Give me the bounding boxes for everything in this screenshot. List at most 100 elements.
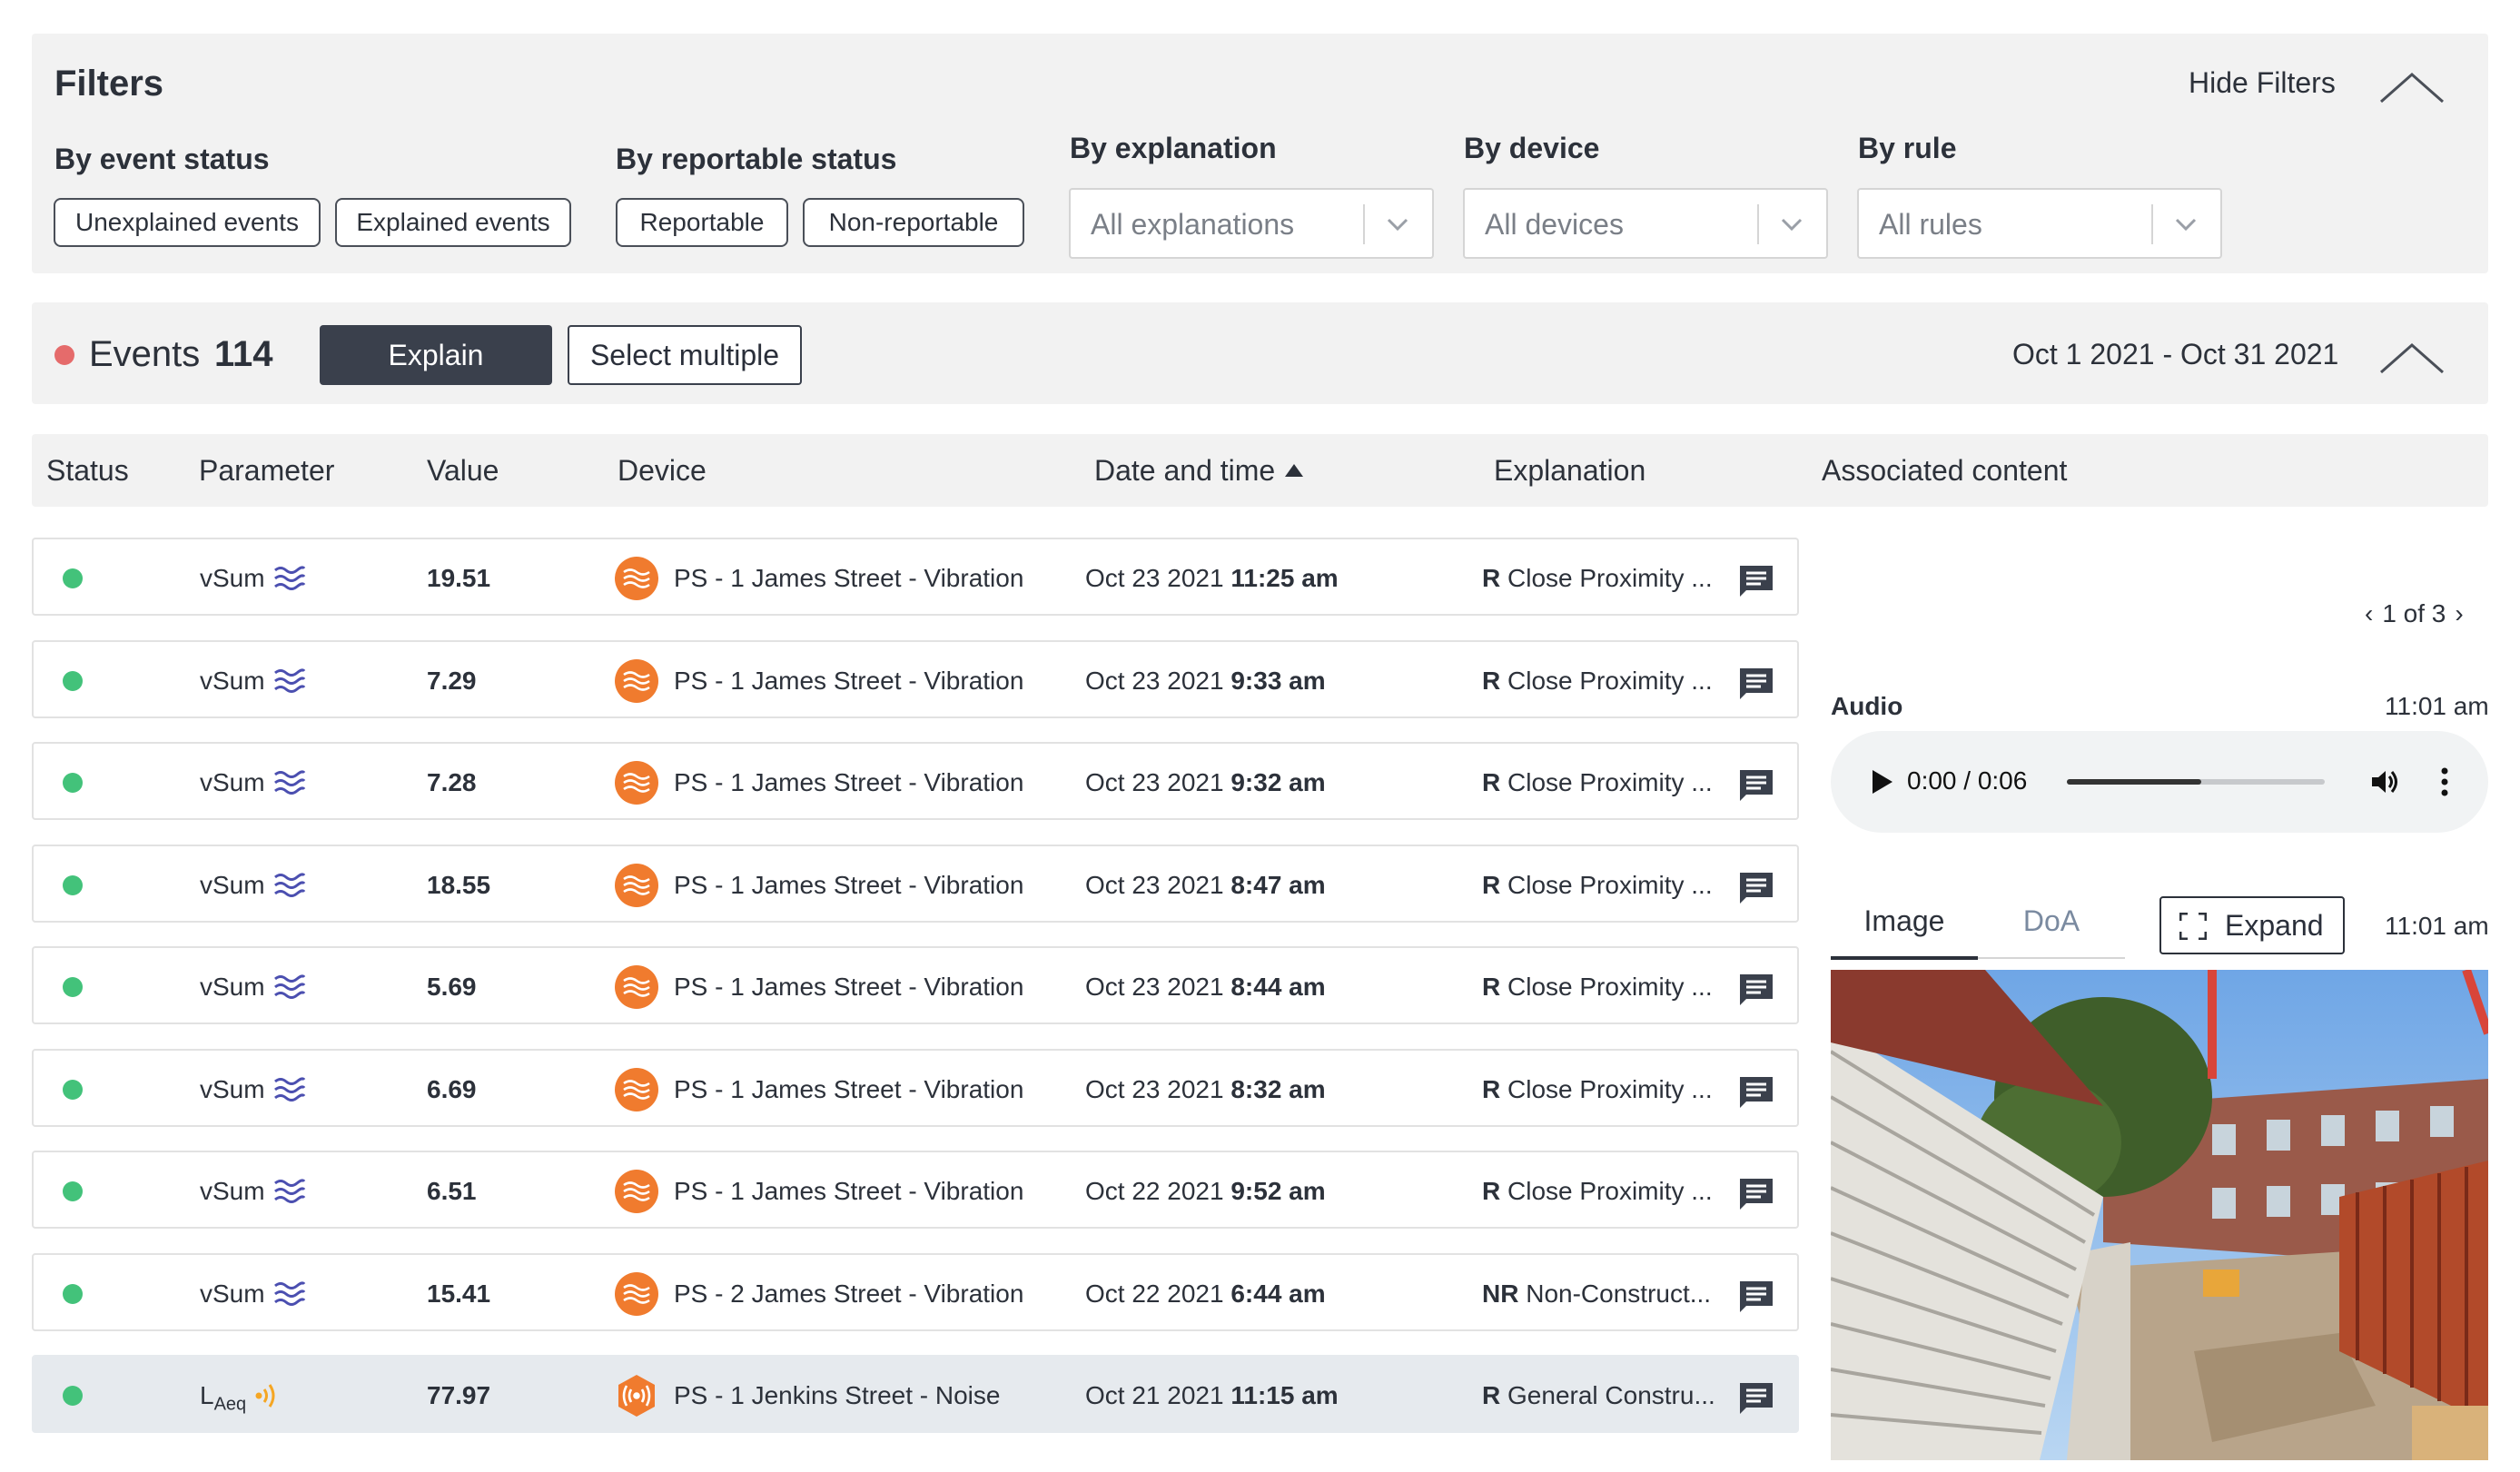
audio-progress-fill	[2067, 779, 2201, 785]
event-status-label: By event status	[54, 143, 270, 175]
next-page-icon[interactable]: ›	[2455, 599, 2463, 627]
device-select[interactable]: All devices	[1463, 188, 1828, 259]
table-row[interactable]: vSum 6.51 PS - 1 James Street - Vibration O…	[32, 1151, 1799, 1229]
explanation-select[interactable]: All explanations	[1069, 188, 1434, 259]
sort-ascending-icon[interactable]	[1284, 463, 1304, 478]
column-parameter[interactable]: Parameter	[199, 454, 334, 488]
play-icon[interactable]	[1869, 767, 1894, 796]
date-range[interactable]: Oct 1 2021 - Oct 31 2021	[2012, 338, 2338, 371]
vibration-device-icon	[615, 1271, 658, 1316]
chevron-down-icon	[1781, 218, 1803, 232]
event-datetime: Oct 21 2021 11:15 am	[1085, 1381, 1339, 1409]
parameter-name: vSum	[200, 1279, 265, 1308]
status-dot	[63, 670, 83, 691]
vibration-device-icon	[615, 557, 658, 600]
comment-icon[interactable]	[1737, 767, 1775, 804]
vibration-device-icon	[615, 761, 658, 805]
collapse-filters-icon[interactable]	[2379, 71, 2445, 104]
event-explanation: R Close Proximity ...	[1482, 564, 1713, 592]
table-row[interactable]: vSum 7.28 PS - 1 James Street - Vibration O…	[32, 742, 1799, 820]
device-name: PS - 1 James Street - Vibration	[674, 666, 1024, 695]
events-status-dot	[54, 345, 74, 365]
column-date-time[interactable]: Date and time	[1094, 454, 1275, 488]
parameter-name: vSum	[200, 973, 265, 1001]
column-status[interactable]: Status	[46, 454, 129, 488]
comment-icon[interactable]	[1737, 972, 1775, 1008]
site-photo[interactable]	[1831, 970, 2488, 1460]
table-row[interactable]: vSum 18.55 PS - 1 James Street - Vibration…	[32, 844, 1799, 923]
event-explanation: R Close Proximity ...	[1482, 1074, 1713, 1103]
volume-icon[interactable]	[2368, 766, 2401, 798]
column-value[interactable]: Value	[427, 454, 499, 488]
previous-page-icon[interactable]: ‹	[2365, 599, 2373, 627]
hide-filters-link[interactable]: Hide Filters	[2189, 66, 2336, 100]
table-row[interactable]: LAeq 77.97 PS - 1 Jenkins Street - Noise Oc…	[32, 1355, 1799, 1433]
table-row[interactable]: vSum 5.69 PS - 1 James Street - Vibration O…	[32, 946, 1799, 1024]
construction-site-image	[1831, 970, 2488, 1460]
comment-icon[interactable]	[1737, 1380, 1775, 1417]
column-explanation[interactable]: Explanation	[1494, 454, 1645, 488]
audio-progress-track[interactable]	[2067, 779, 2325, 785]
explained-events-chip[interactable]: Explained events	[335, 198, 571, 247]
event-datetime: Oct 23 2021 11:25 am	[1085, 564, 1339, 592]
status-dot	[63, 874, 83, 895]
device-name: PS - 1 James Street - Vibration	[674, 973, 1024, 1001]
collapse-events-icon[interactable]	[2379, 341, 2445, 374]
more-options-icon[interactable]	[2439, 766, 2450, 798]
wave-icon	[273, 767, 306, 798]
audio-player: 0:00 / 0:06	[1831, 731, 2488, 833]
rule-select-value: All rules	[1879, 208, 1982, 241]
event-value: 18.55	[427, 870, 491, 899]
event-value: 6.51	[427, 1177, 477, 1205]
status-dot	[63, 773, 83, 793]
expand-button[interactable]: Expand	[2159, 896, 2345, 954]
sound-icon	[252, 1380, 284, 1411]
rule-filter-label: By rule	[1858, 132, 1957, 164]
expand-label: Expand	[2225, 909, 2324, 942]
status-dot	[63, 1386, 83, 1406]
select-multiple-button[interactable]: Select multiple	[568, 325, 802, 385]
event-value: 6.69	[427, 1074, 477, 1103]
comment-icon[interactable]	[1737, 870, 1775, 906]
audio-label: Audio	[1831, 692, 1903, 720]
event-datetime: Oct 23 2021 8:44 am	[1085, 973, 1326, 1001]
chevron-down-icon	[1387, 218, 1408, 232]
status-dot	[63, 568, 83, 588]
wave-icon	[273, 1279, 306, 1309]
status-dot	[63, 977, 83, 997]
rule-select[interactable]: All rules	[1857, 188, 2222, 259]
tab-doa[interactable]: DoA	[1978, 904, 2125, 961]
event-datetime: Oct 22 2021 9:52 am	[1085, 1177, 1326, 1205]
explanation-filter-label: By explanation	[1070, 132, 1277, 164]
comment-icon[interactable]	[1737, 1279, 1775, 1315]
unexplained-events-chip[interactable]: Unexplained events	[54, 198, 321, 247]
table-row[interactable]: vSum 19.51 PS - 1 James Street - Vibration…	[32, 538, 1799, 616]
explanation-select-value: All explanations	[1091, 208, 1295, 241]
table-row[interactable]: vSum 6.69 PS - 1 James Street - Vibration O…	[32, 1048, 1799, 1127]
wave-icon	[273, 972, 306, 1003]
event-value: 77.97	[427, 1381, 491, 1409]
wave-icon	[273, 666, 306, 696]
explain-button[interactable]: Explain	[320, 325, 552, 385]
parameter-name: vSum	[200, 870, 265, 899]
event-datetime: Oct 23 2021 9:33 am	[1085, 666, 1326, 695]
comment-icon[interactable]	[1737, 1074, 1775, 1111]
event-explanation: R General Constru...	[1482, 1381, 1715, 1409]
comment-icon[interactable]	[1737, 1176, 1775, 1212]
reportable-chip[interactable]: Reportable	[616, 198, 788, 247]
parameter-name: vSum	[200, 768, 265, 796]
tab-image[interactable]: Image	[1831, 904, 1978, 961]
event-datetime: Oct 23 2021 9:32 am	[1085, 768, 1326, 796]
device-name: PS - 1 James Street - Vibration	[674, 768, 1024, 796]
column-associated-content: Associated content	[1822, 454, 2068, 487]
wave-icon	[273, 563, 306, 594]
event-datetime: Oct 22 2021 6:44 am	[1085, 1279, 1326, 1308]
vibration-device-icon	[615, 658, 658, 703]
comment-icon[interactable]	[1737, 666, 1775, 702]
comment-icon[interactable]	[1737, 563, 1775, 599]
non-reportable-chip[interactable]: Non-reportable	[803, 198, 1024, 247]
table-row[interactable]: vSum 15.41 PS - 2 James Street - Vibration…	[32, 1252, 1799, 1331]
column-device[interactable]: Device	[618, 454, 707, 488]
table-row[interactable]: vSum 7.29 PS - 1 James Street - Vibration O…	[32, 639, 1799, 718]
event-explanation: R Close Proximity ...	[1482, 870, 1713, 899]
